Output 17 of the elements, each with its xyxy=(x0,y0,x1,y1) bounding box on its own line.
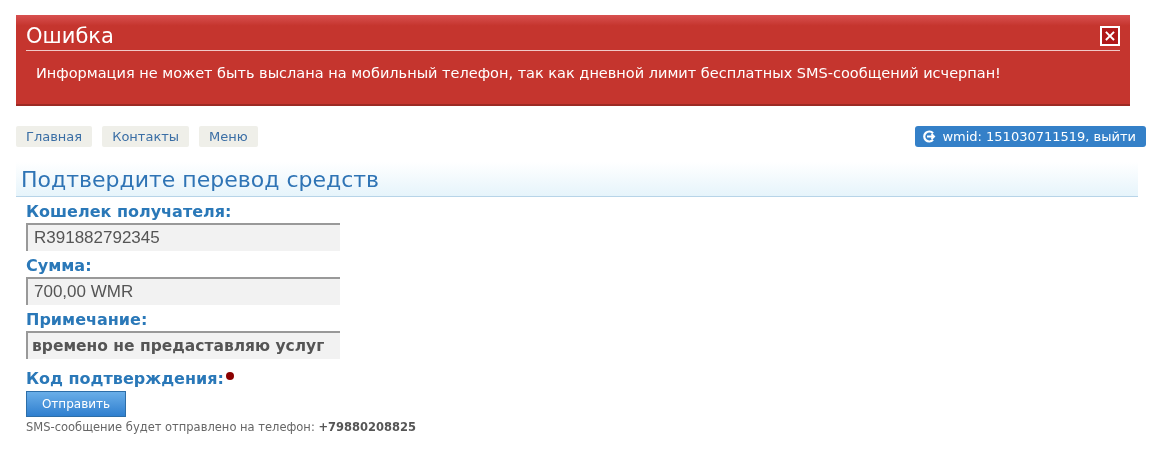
input-field[interactable]: 700,00 WMR xyxy=(26,277,340,305)
nav-link[interactable]: Главная xyxy=(16,126,93,147)
logout-button[interactable]: wmid: 151030711519, выйти xyxy=(915,126,1146,147)
error-title: Ошибка xyxy=(26,23,114,48)
field-label: Сумма: xyxy=(26,256,92,276)
send-button[interactable]: Отправить xyxy=(26,391,126,417)
field-label: Кошелек получателя: xyxy=(26,202,232,222)
sms-note: SMS-сообщение будет отправлено на телефон: +79880208825 xyxy=(26,420,418,434)
nav-link[interactable]: Меню xyxy=(199,126,258,147)
field-label: Примечание: xyxy=(26,310,148,330)
field-label: Код подтверждения: xyxy=(26,369,224,389)
close-button[interactable]: × xyxy=(1100,25,1120,46)
error-message: Информация не может быть выслана на мобильный телефон, так как дневной лимит бесплатных SMS-сообщений исчерпан! xyxy=(36,65,1002,81)
input-field[interactable]: R391882792345 xyxy=(26,223,340,251)
input-field[interactable]: времено не предаставляю услуг xyxy=(26,331,340,359)
nav-link[interactable]: Контакты xyxy=(102,126,190,147)
logout-icon xyxy=(923,130,937,143)
